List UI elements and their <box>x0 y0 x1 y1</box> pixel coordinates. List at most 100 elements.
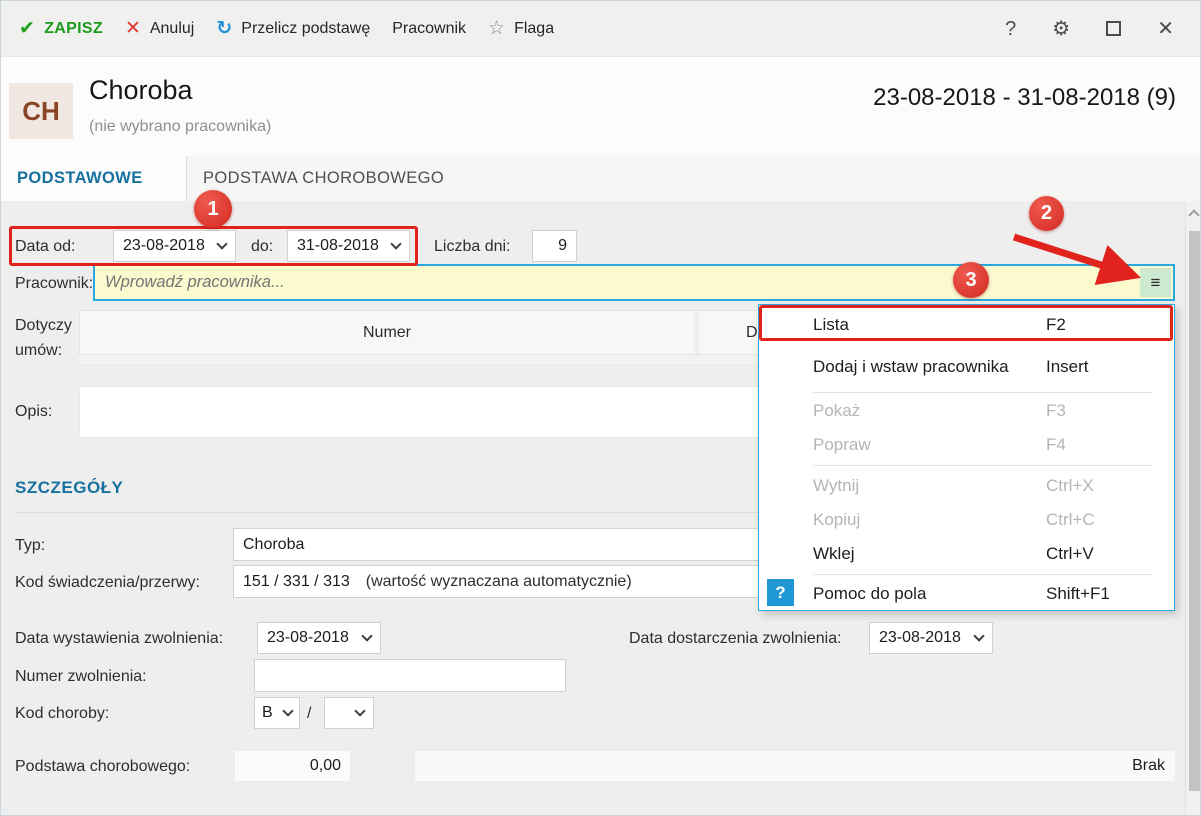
issue-date-select[interactable]: 23-08-2018 <box>257 622 381 654</box>
hamburger-icon: ≡ <box>1150 272 1161 292</box>
release-number-field[interactable] <box>254 659 566 692</box>
tab-podstawa-chorobowego[interactable]: PODSTAWA CHOROBOWEGO <box>188 156 444 201</box>
menu-item-kopiuj: Kopiuj Ctrl+C <box>759 503 1174 537</box>
chevron-down-icon <box>282 705 294 717</box>
menu-item-wytnij: Wytnij Ctrl+X <box>759 469 1174 503</box>
sickness-base-label: Podstawa chorobowego: <box>15 758 191 775</box>
disease-code-select[interactable]: B <box>254 697 300 729</box>
date-range: 23-08-2018 - 31-08-2018 (9) <box>873 84 1176 111</box>
type-value: Choroba <box>243 535 305 553</box>
employee-label: Pracownik: <box>15 275 94 292</box>
menu-item-pokaz: Pokaż F3 <box>759 394 1174 428</box>
days-count-field[interactable]: 9 <box>532 230 577 262</box>
contracts-col-partial: D <box>746 323 758 341</box>
chevron-down-icon <box>354 705 366 717</box>
chevron-down-icon <box>216 238 228 250</box>
issue-date-label: Data wystawienia zwolnienia: <box>15 630 224 647</box>
menu-item-wklej[interactable]: Wklej Ctrl+V <box>759 537 1174 571</box>
employee-menu-label: Pracownik <box>392 19 467 37</box>
menu-item-label: Pomoc do pola <box>813 583 927 603</box>
disease-code-separator: / <box>307 705 312 722</box>
release-number-label: Numer zwolnienia: <box>15 668 147 685</box>
contracts-col-numer: Numer <box>362 323 411 341</box>
days-count-label: Liczba dni: <box>434 238 511 255</box>
cancel-button-label: Anuluj <box>149 19 195 37</box>
sickness-base-info-box: Brak <box>414 750 1176 782</box>
gear-icon[interactable]: ⚙ <box>1052 19 1070 39</box>
date-from-select[interactable]: 23-08-2018 <box>113 230 236 262</box>
close-icon[interactable]: ✕ <box>1157 19 1174 39</box>
benefit-code-note: (wartość wyznaczana automatycznie) <box>365 572 632 590</box>
flag-button[interactable]: ☆ Flaga <box>488 19 554 38</box>
chevron-down-icon <box>361 630 373 642</box>
disease-code-value: B <box>262 704 273 721</box>
menu-separator <box>813 574 1152 575</box>
menu-item-shortcut: F4 <box>1046 435 1066 454</box>
contracts-label: Dotyczy umów: <box>15 317 72 359</box>
toolbar: ✔ ZAPISZ ✕ Anuluj ↻ Przelicz podstawę Pr… <box>1 1 1200 57</box>
menu-item-shortcut: Ctrl+X <box>1046 476 1094 495</box>
menu-item-shortcut: F2 <box>1046 315 1066 334</box>
help-icon[interactable]: ? <box>1005 19 1016 39</box>
menu-item-label: Popraw <box>813 435 871 454</box>
scroll-up-icon[interactable] <box>1188 209 1200 221</box>
vertical-scrollbar <box>1185 201 1200 815</box>
details-section-heading: SZCZEGÓŁY <box>15 478 124 497</box>
employee-field: ≡ <box>93 264 1175 301</box>
chevron-down-icon <box>390 238 402 250</box>
annotation-number: 2 <box>1040 202 1053 224</box>
delivery-date-value: 23-08-2018 <box>879 629 961 646</box>
employee-context-menu: Lista F2 Dodaj i wstaw pracownika Insert… <box>758 304 1175 611</box>
avatar: CH <box>9 83 73 139</box>
employee-menu-button[interactable]: Pracownik <box>392 20 466 38</box>
scrollbar-thumb[interactable] <box>1189 231 1200 791</box>
cancel-button[interactable]: ✕ Anuluj <box>125 19 194 38</box>
menu-item-shortcut: Insert <box>1046 357 1089 376</box>
annotation-step-2: 2 <box>1029 196 1064 231</box>
save-button[interactable]: ✔ ZAPISZ <box>19 19 103 38</box>
tab-podstawowe[interactable]: PODSTAWOWE <box>1 156 187 201</box>
date-to-select[interactable]: 31-08-2018 <box>287 230 410 262</box>
menu-item-label: Wklej <box>813 544 855 563</box>
menu-item-shortcut: Ctrl+C <box>1046 510 1095 529</box>
tab-bar: PODSTAWOWE PODSTAWA CHOROBOWEGO <box>1 156 1200 201</box>
recalculate-base-button[interactable]: ↻ Przelicz podstawę <box>216 19 370 38</box>
description-label: Opis: <box>15 403 53 420</box>
menu-item-label: Kopiuj <box>813 510 861 529</box>
employee-input[interactable] <box>95 273 1173 292</box>
days-count-value: 9 <box>558 237 567 254</box>
disease-code-select-2[interactable] <box>324 697 374 729</box>
benefit-code-value: 151 / 331 / 313 <box>243 572 350 590</box>
menu-item-lista[interactable]: Lista F2 <box>759 307 1174 343</box>
app-window: ✔ ZAPISZ ✕ Anuluj ↻ Przelicz podstawę Pr… <box>0 0 1201 816</box>
menu-separator <box>813 465 1152 466</box>
date-from-label: Data od: <box>15 238 76 255</box>
menu-item-label: Wytnij <box>813 476 860 495</box>
date-from-value: 23-08-2018 <box>123 237 205 254</box>
date-to-value: 31-08-2018 <box>297 237 379 254</box>
maximize-icon[interactable] <box>1106 21 1122 36</box>
star-icon: ☆ <box>488 18 506 39</box>
menu-separator <box>813 392 1152 393</box>
menu-item-shortcut: F3 <box>1046 401 1066 420</box>
disease-code-label: Kod choroby: <box>15 705 110 722</box>
menu-item-pomoc-do-pola[interactable]: Pomoc do pola Shift+F1 <box>759 577 1174 610</box>
menu-item-label: Dodaj i wstaw pracownika <box>813 357 1009 376</box>
chevron-down-icon <box>973 630 985 642</box>
date-to-label: do: <box>251 238 274 255</box>
check-icon: ✔ <box>19 18 36 39</box>
refresh-icon: ↻ <box>216 18 233 39</box>
employee-field-menu-button[interactable]: ≡ <box>1140 268 1171 297</box>
recalculate-base-label: Przelicz podstawę <box>241 19 371 37</box>
menu-item-popraw: Popraw F4 <box>759 428 1174 462</box>
benefit-code-label: Kod świadczenia/przerwy: <box>15 574 200 591</box>
column-separator <box>694 311 699 354</box>
menu-item-shortcut: Ctrl+V <box>1046 544 1094 563</box>
record-header: CH Choroba (nie wybrano pracownika) 23-0… <box>1 57 1200 156</box>
menu-item-dodaj-i-wstaw[interactable]: Dodaj i wstaw pracownika Insert <box>759 349 1174 385</box>
type-label: Typ: <box>15 537 46 554</box>
sickness-base-value-box: 0,00 <box>234 750 351 782</box>
menu-item-label: Lista <box>813 315 849 334</box>
delivery-date-select[interactable]: 23-08-2018 <box>869 622 993 654</box>
menu-item-label: Pokaż <box>813 401 861 420</box>
